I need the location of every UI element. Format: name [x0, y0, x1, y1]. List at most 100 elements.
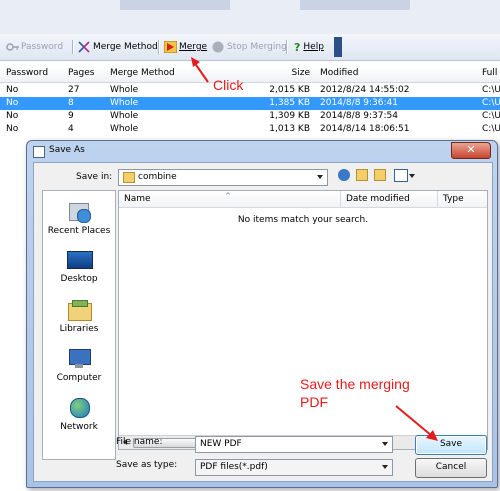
recent-places-icon [67, 201, 91, 223]
cell-merge-method: Whole [110, 85, 139, 95]
table-row[interactable]: No 4 Whole 1,013 KB 2014/8/14 18:06:51 C:\U [0, 123, 500, 136]
network-icon [67, 397, 91, 419]
table-row[interactable]: No 9 Whole 1,309 KB 2014/8/8 9:37:54 C:\U [0, 110, 500, 123]
dialog-window-icon [33, 146, 45, 158]
cell-path: C:\U [482, 111, 500, 121]
empty-message: No items match your search. [237, 215, 369, 225]
cell-pages: 4 [68, 124, 74, 134]
key-icon [6, 41, 19, 53]
close-button[interactable]: ✕ [451, 142, 491, 159]
cell-size: 2,015 KB [269, 85, 310, 95]
save-arrow [395, 405, 438, 441]
save-in-combo[interactable]: combine [118, 169, 328, 186]
help-button[interactable]: ? Help [294, 39, 324, 55]
merge-label: Merge [179, 42, 208, 52]
cell-path: C:\U [482, 124, 500, 134]
cell-pages: 8 [68, 98, 74, 108]
file-name-value: NEW PDF [200, 439, 242, 449]
cell-size: 1,385 KB [269, 98, 310, 108]
cell-password: No [6, 85, 19, 95]
save-as-type-select[interactable]: PDF files(*.pdf) [195, 459, 393, 476]
password-label: Password [21, 42, 64, 52]
cell-password: No [6, 111, 19, 121]
cell-modified: 2014/8/8 9:36:41 [320, 98, 398, 108]
place-computer[interactable]: Computer [43, 348, 115, 383]
sort-caret-icon: ^ [225, 192, 231, 200]
back-icon[interactable] [338, 169, 350, 181]
file-name-label-text: File name: [116, 437, 163, 447]
chevron-down-icon [317, 175, 323, 179]
help-label: Help [303, 42, 324, 52]
merge-icon [163, 40, 178, 54]
table-row[interactable]: No 8 Whole 1,385 KB 2014/8/8 9:36:41 C:\U [0, 97, 500, 110]
cell-password: No [6, 124, 19, 134]
place-network[interactable]: Network [43, 397, 115, 432]
stop-merging-button[interactable]: Stop Merging [212, 39, 287, 55]
file-grid-header: Password Pages Merge Method Size Modifie… [0, 66, 500, 83]
stop-icon [212, 41, 224, 53]
cell-merge-method: Whole [110, 98, 139, 108]
save-in-label: Save in: [76, 172, 113, 182]
cell-merge-method: Whole [110, 124, 139, 134]
computer-icon [67, 348, 91, 370]
place-libraries[interactable]: Libraries [43, 299, 115, 334]
merge-method-label: Merge Method [93, 42, 158, 52]
merge-button[interactable]: Merge [163, 39, 208, 55]
click-arrow [191, 57, 209, 83]
click-annotation: Click [213, 77, 244, 93]
chevron-down-icon[interactable] [382, 442, 388, 446]
place-label-computer: Computer [56, 373, 102, 383]
chevron-down-icon [382, 465, 388, 469]
password-button[interactable]: Password [6, 39, 63, 55]
cell-merge-method: Whole [110, 111, 139, 121]
merge-method-icon [78, 41, 90, 53]
cell-pages: 27 [68, 85, 80, 95]
window-top-strip [0, 0, 500, 34]
help-icon: ? [294, 40, 301, 54]
cell-size: 1,309 KB [269, 111, 310, 121]
column-header-merge-method[interactable]: Merge Method [110, 66, 175, 80]
new-folder-icon[interactable] [374, 169, 386, 181]
file-name-field[interactable]: NEW PDF [195, 436, 393, 453]
up-folder-icon[interactable] [356, 169, 368, 181]
toolbar-overflow-handle[interactable] [334, 37, 342, 57]
merge-method-button[interactable]: Merge Method [78, 39, 158, 55]
libraries-icon [67, 299, 92, 321]
save-as-type-value: PDF files(*.pdf) [200, 462, 268, 472]
view-dropdown-arrow-icon[interactable] [409, 174, 415, 178]
view-menu-icon[interactable] [394, 169, 408, 182]
place-desktop[interactable]: Desktop [43, 249, 115, 284]
cell-password: No [6, 98, 19, 108]
column-header-type[interactable]: Type [438, 191, 487, 207]
table-row[interactable]: No 27 Whole 2,015 KB 2012/8/24 14:55:02 C:\U [0, 84, 500, 97]
main-toolbar: Password Merge Method Merge Stop Merging… [0, 34, 500, 61]
cell-size: 1,013 KB [269, 124, 310, 134]
column-header-pages[interactable]: Pages [68, 66, 94, 80]
place-label-libraries: Libraries [59, 324, 99, 334]
cell-modified: 2014/8/8 9:37:54 [320, 111, 398, 121]
desktop-icon [67, 249, 93, 271]
cell-pages: 9 [68, 111, 74, 121]
place-label-desktop: Desktop [60, 274, 98, 284]
save-in-value: combine [138, 172, 177, 182]
place-label-recent: Recent Places [47, 226, 111, 236]
save-as-type-label: Save as type: [116, 460, 178, 470]
cell-path: C:\U [482, 98, 500, 108]
stop-merging-label: Stop Merging [227, 42, 287, 52]
column-header-size[interactable]: Size [250, 66, 310, 80]
save-annotation-line-1: Save the merging [300, 376, 410, 392]
column-header-modified[interactable]: Modified [320, 66, 358, 80]
cell-modified: 2012/8/24 14:55:02 [320, 85, 410, 95]
dialog-title: Save As [49, 145, 85, 155]
folder-icon [123, 172, 135, 183]
place-recent-places[interactable]: Recent Places [43, 201, 115, 236]
column-header-date-modified[interactable]: Date modified [341, 191, 438, 207]
places-bar: Recent Places Desktop Libraries Computer… [42, 190, 116, 460]
cell-path: C:\U [482, 85, 500, 95]
column-header-password[interactable]: Password [6, 66, 48, 80]
cell-modified: 2014/8/14 18:06:51 [320, 124, 410, 134]
column-header-full-path[interactable]: Full f [482, 66, 500, 80]
cancel-button[interactable]: Cancel [415, 458, 487, 478]
place-label-network: Network [60, 422, 98, 432]
file-list-header: Name ^ Date modified Type [119, 191, 487, 208]
